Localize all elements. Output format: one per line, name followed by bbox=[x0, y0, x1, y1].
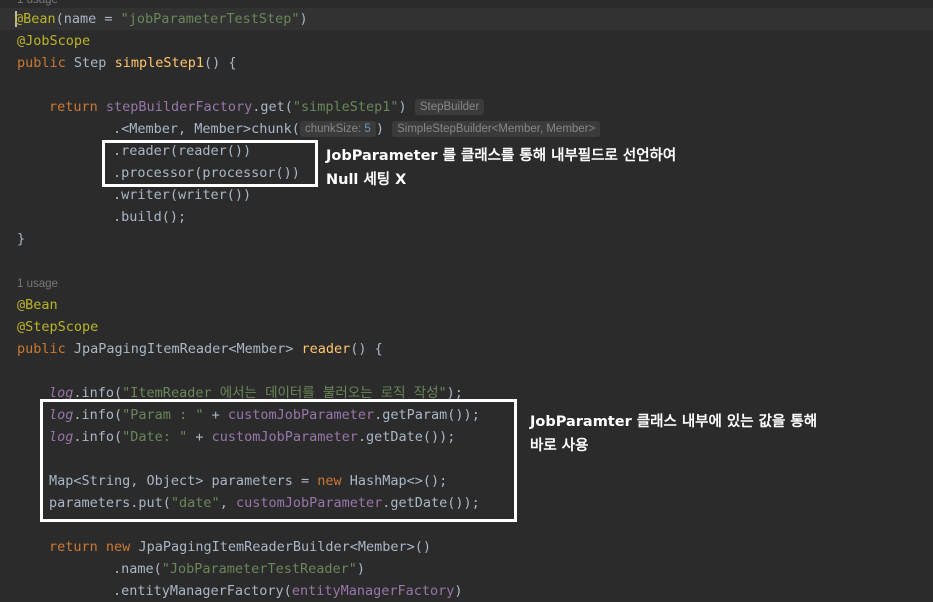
highlight-box-reader-processor bbox=[102, 140, 318, 187]
code-line[interactable]: } bbox=[17, 228, 25, 250]
code-line[interactable]: public JpaPagingItemReader<Member> reade… bbox=[17, 338, 383, 360]
code-editor[interactable]: 1 usage @Bean(name = "jobParameterTestSt… bbox=[0, 0, 933, 602]
code-line[interactable]: @StepScope bbox=[17, 316, 98, 338]
annotation-note-2: JobParamter 클래스 내부에 있는 값을 통해 바로 사용 bbox=[530, 414, 818, 454]
type-hint: StepBuilder bbox=[414, 99, 485, 115]
code-line[interactable]: @Bean(name = "jobParameterTestStep") bbox=[0, 8, 933, 30]
code-line[interactable]: .writer(writer()) bbox=[113, 184, 251, 206]
highlight-box-log-parameters bbox=[40, 399, 517, 522]
code-line[interactable]: @Bean bbox=[17, 294, 58, 316]
usage-hint[interactable]: 1 usage bbox=[17, 276, 58, 292]
code-line[interactable]: .entityManagerFactory(entityManagerFacto… bbox=[113, 580, 463, 602]
usage-hint[interactable]: 1 usage bbox=[17, 0, 58, 8]
code-line[interactable]: .build(); bbox=[113, 206, 186, 228]
type-hint: SimpleStepBuilder<Member, Member> bbox=[392, 121, 601, 137]
code-line[interactable]: .name("JobParameterTestReader") bbox=[113, 558, 365, 580]
code-line[interactable]: public Step simpleStep1() { bbox=[17, 52, 236, 74]
code-line[interactable]: return stepBuilderFactory.get("simpleSte… bbox=[49, 96, 485, 118]
code-line[interactable]: .<Member, Member>chunk(chunkSize: 5) Sim… bbox=[113, 118, 601, 140]
code-line[interactable]: return new JpaPagingItemReaderBuilder<Me… bbox=[49, 536, 431, 558]
annotation-note-1: JobParameter 를 클래스를 통해 내부필드로 선언하여 Null 세… bbox=[326, 148, 677, 188]
code-line[interactable]: @JobScope bbox=[17, 30, 90, 52]
param-hint: chunkSize: 5 bbox=[299, 121, 376, 137]
